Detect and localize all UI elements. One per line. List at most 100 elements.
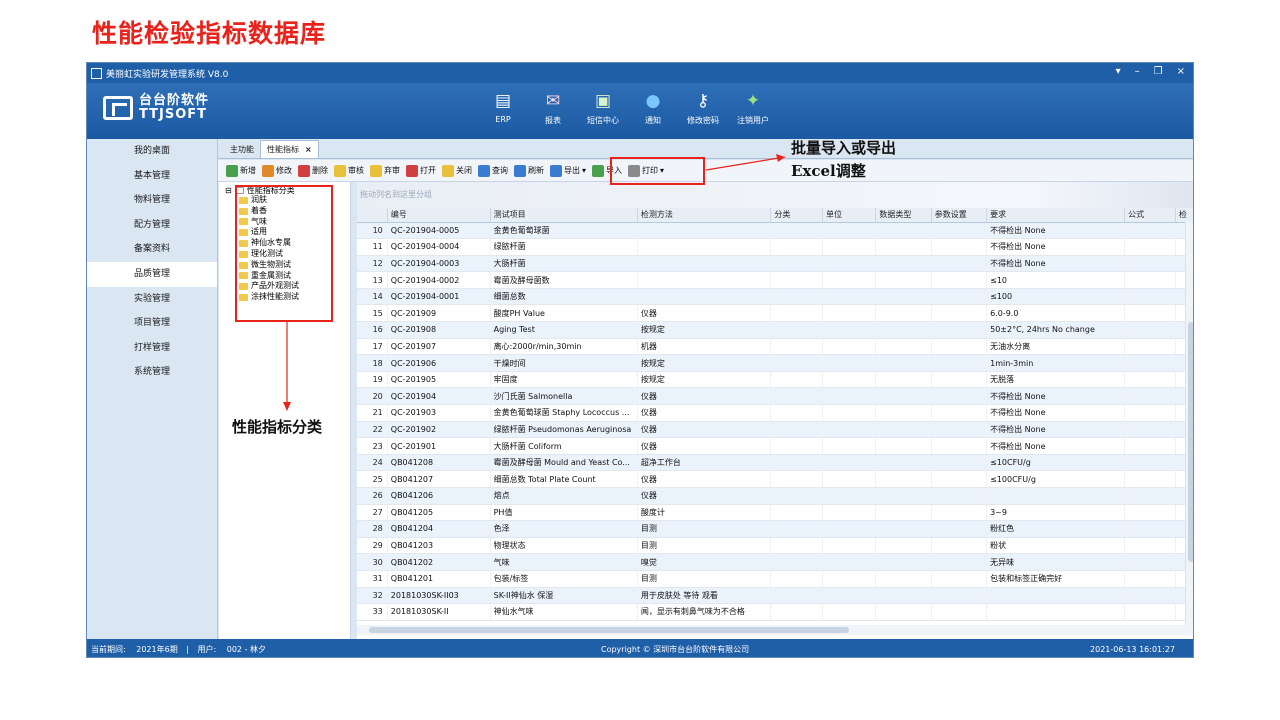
column-header[interactable]: 参数设置 [931,208,988,223]
table-row[interactable]: 15 QC-201909 酸度PH Value 仪器 6.0-9.0 [357,304,1193,323]
status-bar: 当前期间: 2021年6期 | 用户: 002 - 林夕 Copyright ©… [87,639,1193,657]
sidebar-item-4[interactable]: 备案资料 [87,237,217,262]
table-row[interactable]: 27 QB041205 PH值 酸度计 3~9 [357,504,1193,522]
table-row[interactable]: 33 20181030SK-II 神仙水气味 闻，显示有刺鼻气味为不合格 [357,603,1193,621]
table-row[interactable]: 24 QB041208 霉菌及酵母菌 Mould and Yeast Co... 超净… [357,454,1193,472]
import-export-note-line2: Excel调整 [791,162,866,180]
export-icon [550,164,562,177]
table-row[interactable]: 17 QC-201907 离心:2000r/min,30min 机器 无油水分离 [357,338,1193,356]
table-cell [931,338,988,356]
table-cell: QB041208 [387,454,491,472]
table-row[interactable]: 31 QB041201 包装/标签 目测 包装和标签正确完好 [357,570,1193,588]
column-header[interactable]: 编号 [387,208,491,223]
export-button[interactable]: 导出 ▾ [550,164,586,177]
table-cell: ≤100 [986,288,1126,306]
tab-close-icon[interactable]: × [305,145,312,154]
table-row[interactable]: 22 QC-201902 绿脓杆菌 Pseudomonas Aeruginosa 仪器… [357,421,1193,439]
table-cell [875,570,932,588]
table-row[interactable]: 11 QC-201904-0004 绿脓杆菌 不得检出 None [357,238,1193,256]
table-row[interactable]: 16 QC-201908 Aging Test 按规定 50±2°C, 24hrs No… [357,321,1193,339]
table-row[interactable]: 23 QC-201901 大肠杆菌 Coliform 仪器 不得检出 None [357,437,1193,455]
table-row[interactable]: 28 QB041204 色泽 目测 粉红色 [357,520,1193,538]
row-number: 16 [357,321,388,339]
topnav-label: 注销用户 [737,116,769,125]
chevron-down-icon[interactable]: ▾ [582,166,586,175]
column-header[interactable] [357,208,388,223]
sidebar-item-3[interactable]: 配方管理 [87,213,217,238]
unlock-button[interactable]: 打开 [406,164,436,177]
topnav-label: ERP [495,115,511,124]
row-number: 30 [357,553,388,571]
column-header[interactable]: 公式 [1124,208,1176,223]
table-cell: QB041206 [387,487,491,505]
column-header[interactable]: 检 [1175,208,1193,223]
sidebar-item-8[interactable]: 打样管理 [87,336,217,361]
restore-icon[interactable]: ❐ [1154,66,1163,77]
sidebar-item-7[interactable]: 项目管理 [87,311,217,336]
table-row[interactable]: 21 QC-201903 金黄色葡萄球菌 Staphy Lococcus ... 仪器… [357,404,1193,422]
topnav-item-notice[interactable]: ● 通知 [629,87,677,126]
vscroll-thumb[interactable] [1188,322,1193,562]
table-row[interactable]: 12 QC-201904-0003 大肠杆菌 不得检出 None [357,255,1193,273]
unapprove-button[interactable]: 弃审 [370,164,400,177]
table-cell: 仪器 [637,404,772,422]
column-header[interactable]: 要求 [986,208,1126,223]
topnav-item-report[interactable]: ✉ 报表 [529,87,577,126]
new-button[interactable]: 新增 [226,164,256,177]
delete-button[interactable]: 删除 [298,164,328,177]
edit-button[interactable]: 修改 [262,164,292,177]
row-number: 18 [357,354,388,372]
skin-menu-icon[interactable]: ▾ [1116,66,1121,77]
topnav-item-sms[interactable]: ▣ 短信中心 [579,87,627,126]
sidebar-item-0[interactable]: 我的桌面 [87,139,217,164]
topnav-item-erp[interactable]: ▤ ERP [479,87,527,126]
search-button[interactable]: 查询 [478,164,508,177]
column-header[interactable]: 测试项目 [490,208,638,223]
sidebar-item-6[interactable]: 实验管理 [87,287,217,312]
table-cell: QB041207 [387,470,491,488]
topnav-item-users[interactable]: ✦ 注销用户 [729,87,777,126]
column-header[interactable]: 分类 [770,208,823,223]
tree-collapse-icon[interactable]: ⊟ [225,186,232,195]
column-header[interactable]: 单位 [822,208,877,223]
table-row[interactable]: 20 QC-201904 沙门氏菌 Salmonella 仪器 不得检出 None [357,387,1193,406]
sidebar-item-2[interactable]: 物料管理 [87,188,217,213]
table-cell [822,271,877,289]
hscroll-thumb[interactable] [369,627,849,633]
horizontal-scrollbar[interactable] [357,625,1193,635]
table-cell [822,387,877,406]
sidebar-item-5[interactable]: 品质管理 [87,261,217,287]
row-number: 11 [357,238,388,256]
refresh-button[interactable]: 刷新 [514,164,544,177]
tab-0[interactable]: 主功能 [224,141,260,158]
table-row[interactable]: 10 QC-201904-0005 金黄色葡萄球菌 不得检出 None [357,222,1193,240]
topnav-item-key[interactable]: ⚷ 修改密码 [679,87,727,126]
column-header[interactable]: 检测方法 [637,208,772,223]
table-row[interactable]: 25 QB041207 细菌总数 Total Plate Count 仪器 ≤100CF… [357,470,1193,488]
close-icon[interactable]: × [1177,66,1185,77]
tab-1[interactable]: 性能指标 × [260,140,319,158]
table-row[interactable]: 26 QB041206 熔点 仪器 [357,487,1193,505]
group-panel[interactable]: 拖动列名到这里分组 [357,182,1193,208]
table-row[interactable]: 29 QB041203 物理状态 目测 粉状 [357,537,1193,555]
sidebar-item-1[interactable]: 基本管理 [87,164,217,189]
table-cell [931,288,988,306]
lock-button[interactable]: 关闭 [442,164,472,177]
status-period: 当前期间: 2021年6期 | 用户: 002 - 林夕 [91,644,266,655]
approve-button[interactable]: 审核 [334,164,364,177]
table-row[interactable]: 14 QC-201904-0001 细菌总数 ≤100 [357,288,1193,306]
toolbar-label: 打开 [420,166,436,175]
tab-label: 性能指标 [267,145,299,154]
minimize-icon[interactable]: – [1135,66,1140,77]
table-row[interactable]: 30 QB041202 气味 嗅觉 无异味 [357,553,1193,571]
table-row[interactable]: 13 QC-201904-0002 霉菌及酵母菌数 ≤10 [357,271,1193,289]
column-header[interactable]: 数据类型 [875,208,932,223]
table-row[interactable]: 18 QC-201906 干燥时间 按规定 1min-3min [357,354,1193,372]
table-cell [770,553,823,571]
table-row[interactable]: 19 QC-201905 牢固度 按规定 无脱落 [357,371,1193,389]
vertical-scrollbar[interactable] [1185,222,1193,635]
window-title: 美丽虹实验研发管理系统 V8.0 [106,69,229,80]
sidebar-item-9[interactable]: 系统管理 [87,360,217,385]
table-row[interactable]: 32 20181030SK-II03 SK-II神仙水 保湿 用于皮肤处 等待 观看 [357,587,1193,605]
table-cell [931,504,988,522]
